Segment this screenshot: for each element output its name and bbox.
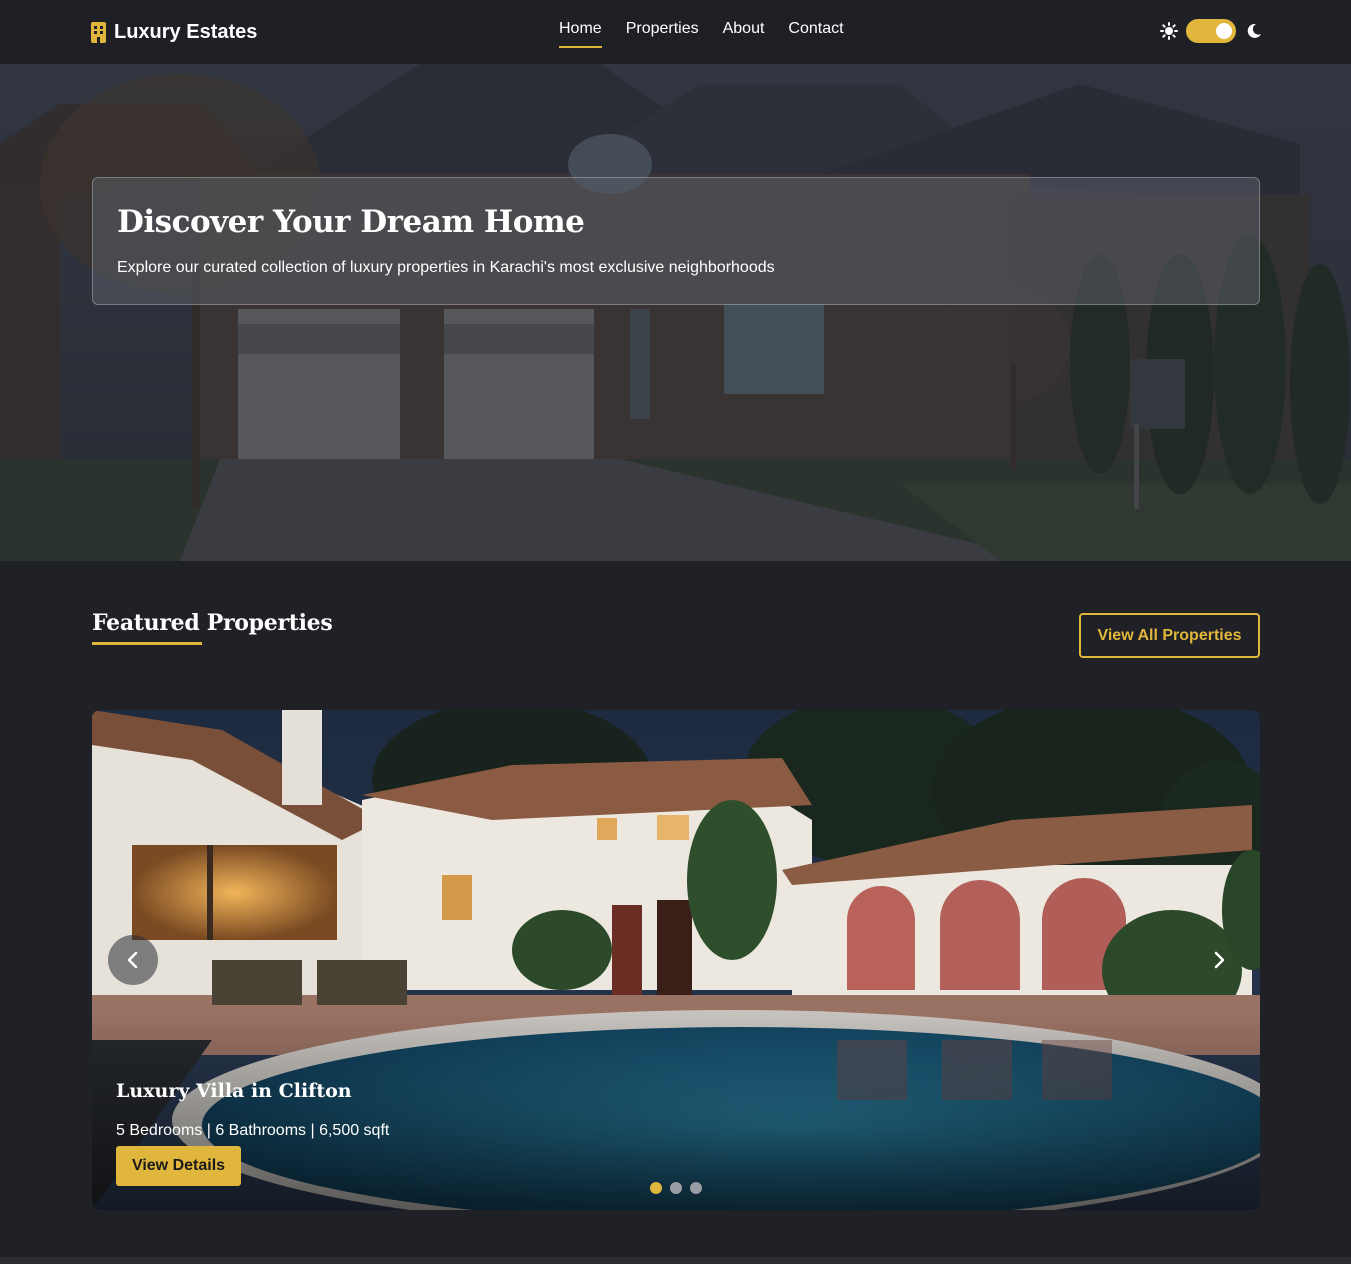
- featured-title: Featured Properties: [92, 610, 333, 636]
- carousel-indicators: [650, 1182, 710, 1194]
- hero-title: Discover Your Dream Home: [117, 204, 585, 240]
- nav-link-home[interactable]: Home: [559, 20, 602, 48]
- chevron-right-icon: [1214, 951, 1225, 969]
- view-details-button[interactable]: View Details: [116, 1146, 241, 1186]
- building-icon: [91, 21, 106, 43]
- nav-link-properties[interactable]: Properties: [626, 20, 699, 48]
- carousel-dot-1[interactable]: [650, 1182, 662, 1194]
- property-carousel: Luxury Villa in Clifton 5 Bedrooms | 6 B…: [92, 710, 1260, 1210]
- moon-icon: [1247, 23, 1261, 38]
- theme-toggle: [1160, 19, 1262, 43]
- theme-switch[interactable]: [1186, 19, 1236, 43]
- title-underline: [92, 642, 202, 645]
- carousel-dot-3[interactable]: [690, 1182, 702, 1194]
- chevron-left-icon: [127, 951, 138, 969]
- slide-caption-shade: [92, 1010, 1260, 1210]
- nav-menu: Home Properties About Contact: [559, 20, 868, 48]
- carousel-next-button[interactable]: [1194, 935, 1244, 985]
- hero-overlay: [0, 64, 1351, 561]
- nav-link-contact[interactable]: Contact: [788, 20, 843, 48]
- sun-icon: [1160, 22, 1178, 40]
- hero-subtitle: Explore our curated collection of luxury…: [117, 259, 775, 276]
- footer-edge: [0, 1257, 1351, 1264]
- nav-link-about[interactable]: About: [723, 20, 765, 48]
- switch-knob: [1216, 23, 1232, 39]
- property-title: Luxury Villa in Clifton: [116, 1080, 352, 1102]
- carousel-prev-button[interactable]: [108, 935, 158, 985]
- property-specs: 5 Bedrooms | 6 Bathrooms | 6,500 sqft: [116, 1122, 390, 1139]
- hero-section: Discover Your Dream Home Explore our cur…: [0, 64, 1351, 561]
- view-all-button[interactable]: View All Properties: [1079, 613, 1260, 658]
- brand-name: Luxury Estates: [114, 20, 258, 43]
- brand-logo[interactable]: Luxury Estates: [91, 19, 257, 45]
- hero-card: Discover Your Dream Home Explore our cur…: [92, 177, 1260, 305]
- carousel-dot-2[interactable]: [670, 1182, 682, 1194]
- navbar: Luxury Estates Home Properties About Con…: [0, 0, 1351, 64]
